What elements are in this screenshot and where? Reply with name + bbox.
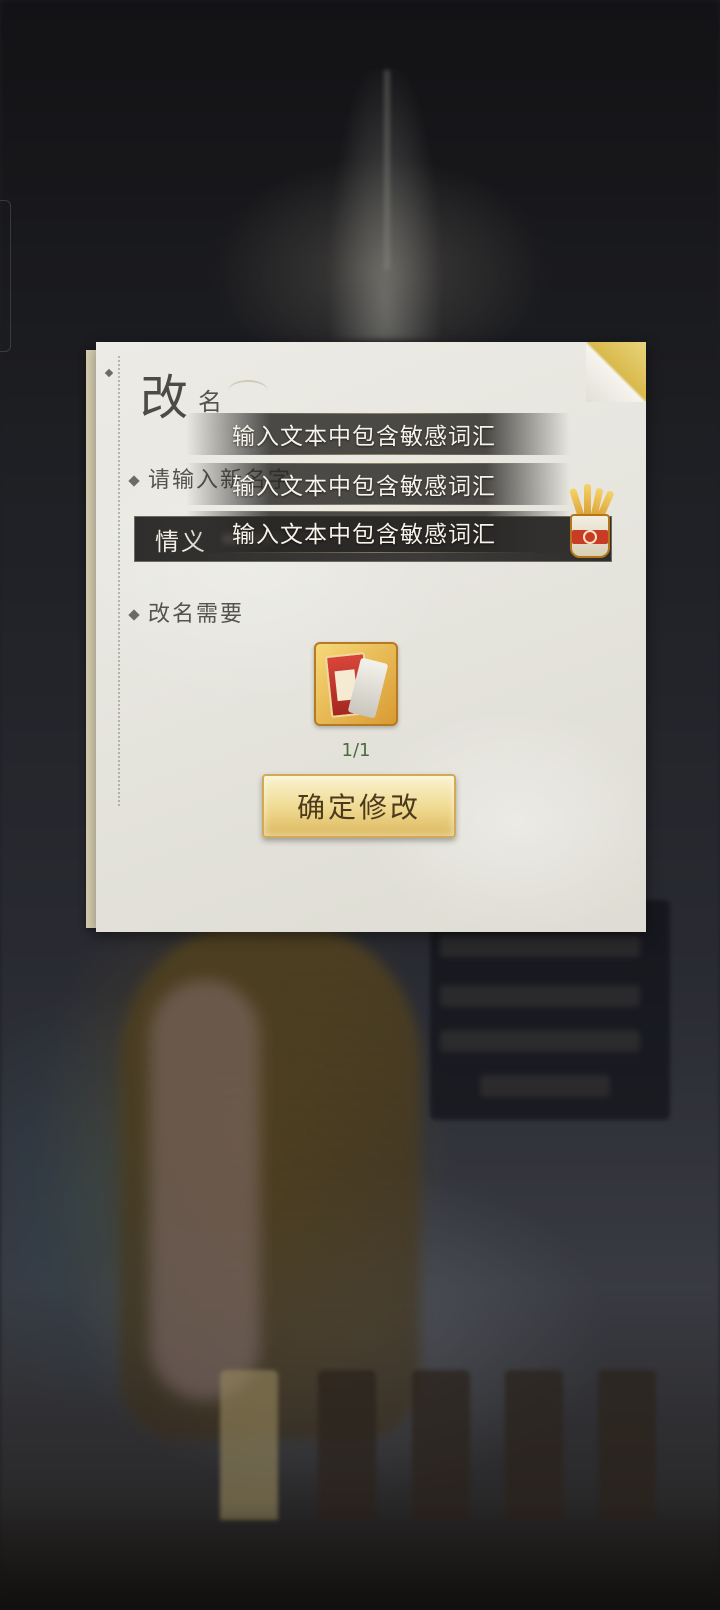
- requirement-label: 改名需要: [128, 596, 245, 628]
- toast-message: 输入文本中包含敏感词汇: [186, 413, 570, 455]
- toast-message: 输入文本中包含敏感词汇: [186, 511, 570, 553]
- screen-edge-marker: [0, 200, 11, 352]
- dialog-title-main: 改: [140, 370, 191, 426]
- fortune-stick: [584, 484, 591, 518]
- random-name-button[interactable]: [566, 482, 616, 560]
- item-count: 1/1: [341, 740, 371, 761]
- toast-text: 输入文本中包含敏感词汇: [232, 522, 496, 548]
- dialog-title-sub: 名: [198, 388, 222, 416]
- corner-fold: [586, 342, 646, 402]
- confirm-button-label: 确定修改: [296, 791, 421, 824]
- title-diamond-icon: [104, 368, 114, 378]
- diamond-icon: [128, 475, 140, 487]
- paper-stitch-line: [118, 356, 120, 806]
- title-cloud-decoration: [228, 380, 268, 402]
- toast-text: 输入文本中包含敏感词汇: [232, 474, 496, 500]
- cup-emblem: [583, 530, 597, 544]
- rename-card-icon[interactable]: [314, 642, 398, 726]
- confirm-rename-button[interactable]: 确定修改: [262, 774, 456, 838]
- requirement-label-text: 改名需要: [148, 602, 245, 627]
- toast-message: 输入文本中包含敏感词汇: [186, 463, 570, 505]
- toast-text: 输入文本中包含敏感词汇: [232, 424, 496, 450]
- diamond-icon: [128, 609, 140, 621]
